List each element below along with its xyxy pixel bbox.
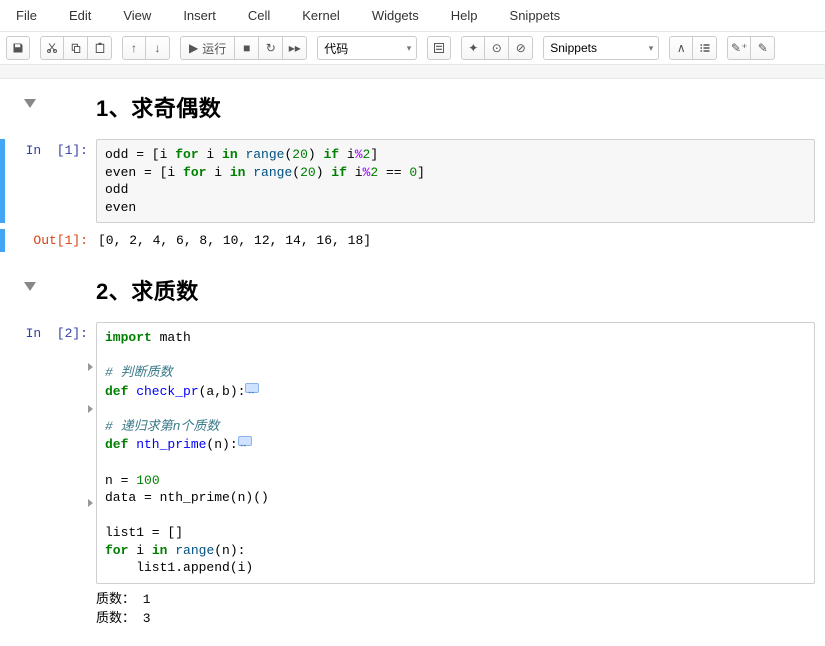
in-prompt: In [1]: bbox=[26, 143, 88, 158]
menu-insert[interactable]: Insert bbox=[167, 2, 232, 29]
nav-button-2[interactable]: ⊙ bbox=[485, 36, 509, 60]
move-up-button[interactable]: ↑ bbox=[122, 36, 146, 60]
code-fold-icon[interactable] bbox=[88, 363, 93, 371]
code-input-area[interactable]: import math # 判断质数 def check_pr(a,b): # … bbox=[96, 322, 815, 584]
code-fold-icon[interactable] bbox=[88, 499, 93, 507]
nav-button-1[interactable]: ✦ bbox=[461, 36, 485, 60]
move-down-button[interactable]: ↓ bbox=[146, 36, 170, 60]
fold-triangle-icon[interactable] bbox=[24, 99, 36, 108]
collapsed-code-icon[interactable] bbox=[245, 383, 259, 393]
menubar: File Edit View Insert Cell Kernel Widget… bbox=[0, 0, 825, 32]
toolbar: ↑ ↓ ▶ 运行 ■ ↻ ▸▸ 代码 ✦ ⊙ ⊘ Snippets ∧ ✎⁺ ✎ bbox=[0, 32, 825, 65]
menu-cell[interactable]: Cell bbox=[232, 2, 286, 29]
code-content: import math # 判断质数 def check_pr(a,b): # … bbox=[105, 329, 806, 577]
restart-button[interactable]: ↻ bbox=[259, 36, 283, 60]
cut-button[interactable] bbox=[40, 36, 64, 60]
menu-snippets[interactable]: Snippets bbox=[494, 2, 577, 29]
interrupt-button[interactable]: ■ bbox=[235, 36, 259, 60]
run-button[interactable]: ▶ 运行 bbox=[180, 36, 235, 60]
code-content: odd = [i for i in range(20) if i%2] even… bbox=[105, 146, 806, 216]
heading-cell[interactable]: 2、求质数 bbox=[10, 270, 815, 316]
nav-button-3[interactable]: ⊘ bbox=[509, 36, 533, 60]
menu-widgets[interactable]: Widgets bbox=[356, 2, 435, 29]
code-input-area[interactable]: odd = [i for i in range(20) if i%2] even… bbox=[96, 139, 815, 223]
save-button[interactable] bbox=[6, 36, 30, 60]
command-palette-button[interactable] bbox=[427, 36, 451, 60]
list-button[interactable] bbox=[693, 36, 717, 60]
menu-file[interactable]: File bbox=[0, 2, 53, 29]
section-heading: 2、求质数 bbox=[96, 274, 815, 306]
run-label: 运行 bbox=[202, 40, 226, 57]
copy-button[interactable] bbox=[64, 36, 88, 60]
celltype-select[interactable]: 代码 bbox=[317, 36, 417, 60]
collapse-up-button[interactable]: ∧ bbox=[669, 36, 693, 60]
notebook-container: 1、求奇偶数 In [1]: odd = [i for i in range(2… bbox=[0, 79, 825, 646]
collapsed-code-icon[interactable] bbox=[238, 436, 252, 446]
under-toolbar-spacer bbox=[0, 65, 825, 79]
stream-output: 质数： 1 质数： 3 bbox=[96, 584, 815, 630]
snippets-select[interactable]: Snippets bbox=[543, 36, 659, 60]
output-text: [0, 2, 4, 6, 8, 10, 12, 14, 16, 18] bbox=[96, 229, 815, 252]
out-prompt: Out[1]: bbox=[33, 233, 88, 248]
code-fold-icon[interactable] bbox=[88, 405, 93, 413]
brush-button[interactable]: ✎⁺ bbox=[727, 36, 751, 60]
snippets-value: Snippets bbox=[550, 41, 597, 55]
celltype-value: 代码 bbox=[324, 40, 348, 57]
menu-kernel[interactable]: Kernel bbox=[286, 2, 356, 29]
menu-view[interactable]: View bbox=[107, 2, 167, 29]
run-all-button[interactable]: ▸▸ bbox=[283, 36, 307, 60]
code-cell[interactable]: In [1]: odd = [i for i in range(20) if i… bbox=[10, 139, 815, 223]
output-cell: Out[1]: [0, 2, 4, 6, 8, 10, 12, 14, 16, … bbox=[10, 229, 815, 252]
paste-button[interactable] bbox=[88, 36, 112, 60]
eraser-button[interactable]: ✎ bbox=[751, 36, 775, 60]
fold-triangle-icon[interactable] bbox=[24, 282, 36, 291]
menu-help[interactable]: Help bbox=[435, 2, 494, 29]
heading-cell[interactable]: 1、求奇偶数 bbox=[10, 87, 815, 133]
menu-edit[interactable]: Edit bbox=[53, 2, 107, 29]
section-heading: 1、求奇偶数 bbox=[96, 91, 815, 123]
in-prompt: In [2]: bbox=[26, 326, 88, 341]
